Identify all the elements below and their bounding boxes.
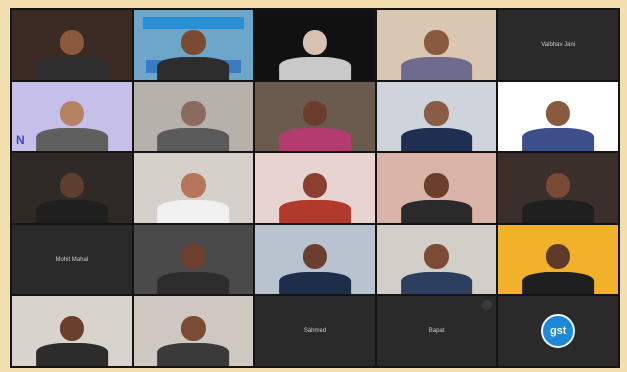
participant-video [279, 169, 351, 223]
person-body [35, 56, 108, 80]
participant-name: Mohit Mahal [55, 256, 89, 263]
participant-tile[interactable] [133, 81, 254, 152]
participant-video [400, 240, 473, 295]
person-body [35, 200, 108, 223]
participant-video [157, 25, 230, 80]
person-head [424, 101, 449, 127]
person-body [522, 200, 595, 223]
organization-logo: gst [541, 314, 576, 349]
person-head [59, 29, 84, 55]
participant-tile[interactable] [376, 10, 497, 80]
person-body [279, 128, 351, 152]
person-head [545, 244, 571, 270]
person-body [279, 56, 351, 80]
person-head [59, 172, 84, 198]
person-body [157, 56, 230, 80]
participant-video [35, 312, 108, 366]
participant-tile[interactable]: Sahmed [255, 296, 375, 366]
person-body [35, 128, 108, 152]
person-head [181, 172, 206, 198]
participant-tile[interactable] [255, 81, 375, 152]
participant-tile[interactable] [133, 153, 254, 223]
person-body [400, 128, 473, 152]
participant-tile[interactable]: Vaibhav Jani [498, 10, 618, 80]
participant-tile[interactable]: gst [498, 296, 618, 366]
participant-video [522, 97, 595, 152]
person-body [522, 271, 595, 295]
more-options-icon[interactable] [482, 300, 493, 311]
participant-tile[interactable] [498, 153, 618, 223]
participant-video [157, 97, 230, 152]
person-body [400, 200, 473, 223]
person-head [181, 244, 206, 270]
participant-name: Sahmed [303, 328, 327, 335]
person-head [545, 172, 571, 198]
participant-tile[interactable] [133, 10, 254, 80]
person-head [424, 244, 449, 270]
participant-tile[interactable] [12, 10, 132, 80]
participant-badge: N [16, 133, 25, 148]
participant-tile[interactable] [376, 224, 497, 295]
participant-tile[interactable] [376, 153, 497, 223]
participant-tile[interactable] [255, 224, 375, 295]
participant-tile[interactable] [12, 296, 132, 366]
participant-video [400, 169, 473, 223]
video-grid: Vaibhav Jani N Mohit Mahal Sahmed Bapat gst [10, 8, 620, 368]
person-head [302, 101, 328, 127]
participant-video [35, 97, 108, 152]
person-body [522, 128, 595, 152]
person-body [157, 343, 230, 366]
person-head [424, 29, 449, 55]
participant-name: Vaibhav Jani [541, 41, 576, 48]
person-body [279, 271, 351, 295]
participant-tile[interactable]: Bapat [376, 296, 497, 366]
participant-video [279, 97, 351, 152]
participant-video [157, 240, 230, 295]
person-body [35, 343, 108, 366]
participant-tile[interactable] [133, 224, 254, 295]
participant-tile[interactable] [498, 224, 618, 295]
participant-video [522, 169, 595, 223]
participant-video [279, 240, 351, 295]
participant-video [35, 25, 108, 80]
person-head [302, 172, 328, 198]
person-head [302, 244, 328, 270]
person-body [157, 200, 230, 223]
participant-video [522, 240, 595, 295]
participant-name: Bapat [428, 328, 445, 335]
participant-video [400, 25, 473, 80]
person-head [302, 29, 328, 55]
person-body [279, 200, 351, 223]
participant-tile[interactable] [255, 153, 375, 223]
person-head [181, 29, 206, 55]
person-head [545, 101, 571, 127]
person-body [400, 56, 473, 80]
person-head [424, 172, 449, 198]
participant-video [157, 312, 230, 366]
participant-video [400, 97, 473, 152]
participant-video [35, 169, 108, 223]
participant-tile[interactable] [498, 81, 618, 152]
person-body [157, 271, 230, 295]
person-head [59, 101, 84, 127]
participant-video [157, 169, 230, 223]
participant-tile[interactable] [133, 296, 254, 366]
participant-tile[interactable]: N [12, 81, 132, 152]
participant-video [279, 25, 351, 80]
participant-tile[interactable] [255, 10, 375, 80]
person-head [181, 101, 206, 127]
participant-tile[interactable]: Mohit Mahal [12, 224, 132, 295]
person-head [59, 316, 84, 341]
person-body [400, 271, 473, 295]
participant-tile[interactable] [12, 153, 132, 223]
participant-tile[interactable] [376, 81, 497, 152]
person-body [157, 128, 230, 152]
screenshot-frame: Vaibhav Jani N Mohit Mahal Sahmed Bapat gst [0, 0, 627, 372]
person-head [181, 316, 206, 341]
